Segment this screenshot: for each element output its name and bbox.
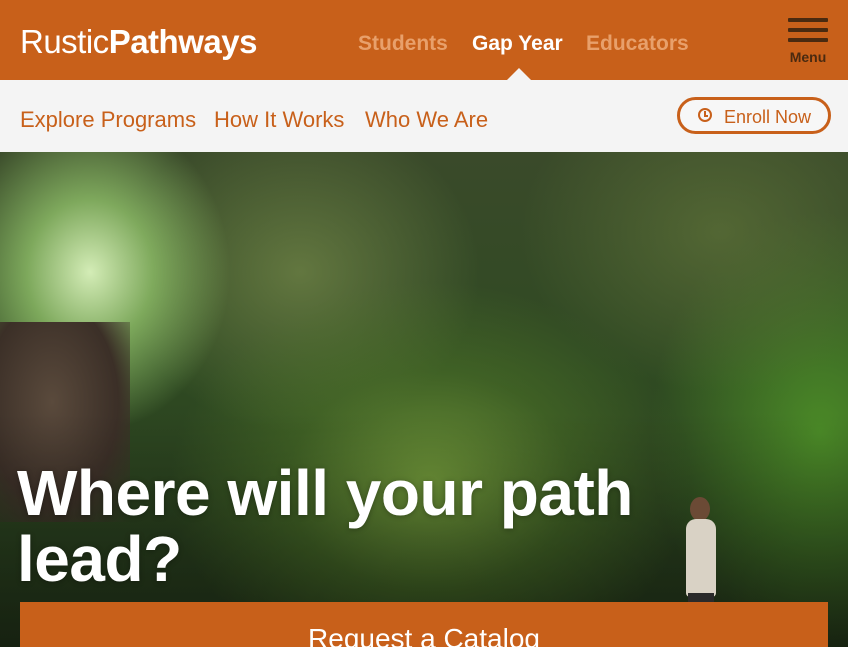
tab-gap-year[interactable]: Gap Year: [472, 30, 563, 58]
tab-educators[interactable]: Educators: [586, 30, 689, 58]
site-logo[interactable]: RusticPathways: [20, 22, 257, 62]
nav-how-it-works[interactable]: How It Works: [214, 107, 344, 133]
hero-headline: Where will your path lead?: [17, 457, 633, 595]
active-tab-caret: [507, 68, 531, 80]
request-catalog-button[interactable]: Request a Catalog: [20, 602, 828, 647]
logo-text-light: Rustic: [20, 23, 109, 60]
menu-button[interactable]: Menu: [784, 16, 832, 68]
nav-who-we-are[interactable]: Who We Are: [365, 107, 488, 133]
enroll-now-label: Enroll Now: [724, 107, 812, 127]
top-header: RusticPathways Students Gap Year Educato…: [0, 0, 848, 80]
nav-explore-programs[interactable]: Explore Programs: [20, 107, 196, 133]
menu-label: Menu: [789, 49, 827, 65]
logo-text-bold: Pathways: [108, 23, 258, 60]
clock-icon: [698, 108, 712, 122]
hamburger-icon: [788, 18, 828, 22]
secondary-nav: Explore Programs How It Works Who We Are…: [0, 80, 848, 152]
hamburger-icon-bar: [788, 38, 828, 42]
hamburger-icon-bar: [788, 28, 828, 32]
tab-students[interactable]: Students: [358, 30, 448, 58]
enroll-now-button[interactable]: Enroll Now: [677, 97, 831, 134]
